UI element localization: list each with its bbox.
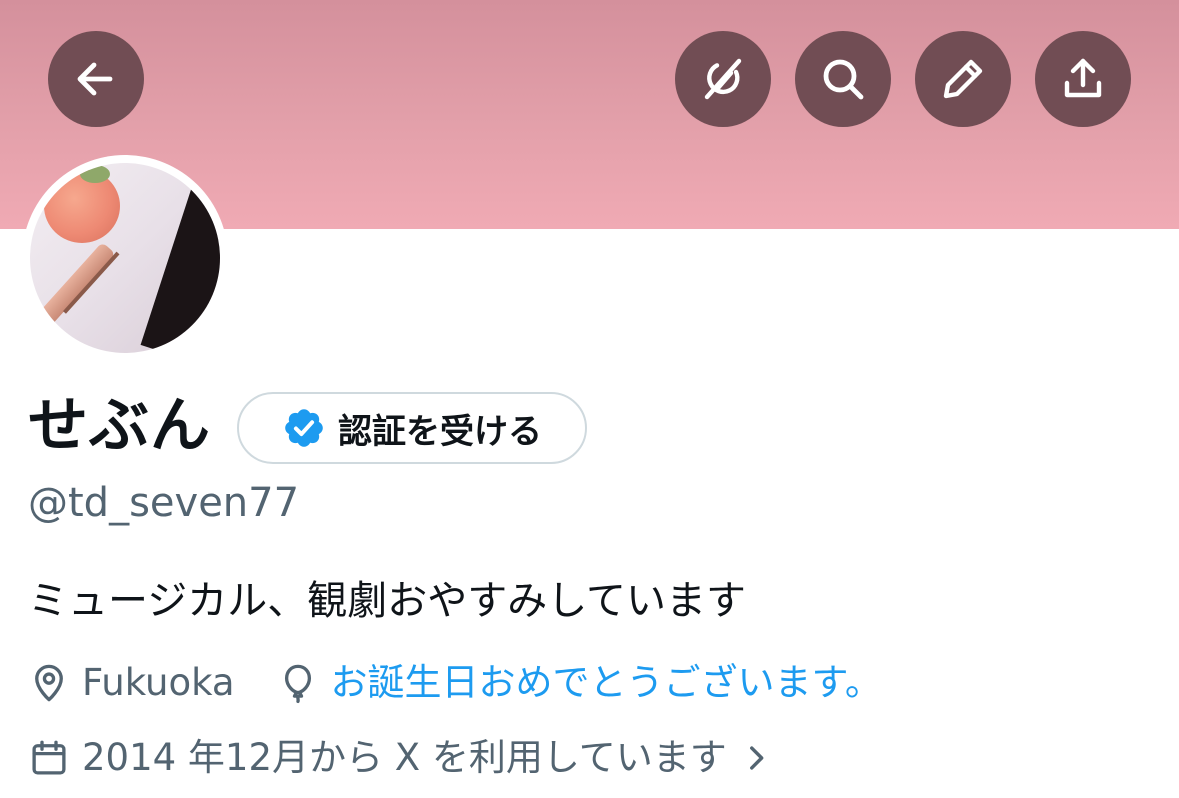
get-verified-button[interactable]: 認証を受ける xyxy=(237,392,587,464)
search-icon xyxy=(823,59,864,100)
avatar[interactable] xyxy=(22,155,228,361)
edit-icon xyxy=(943,59,983,99)
grok-button[interactable] xyxy=(675,31,771,127)
back-button[interactable] xyxy=(48,31,144,127)
location-text: Fukuoka xyxy=(82,661,235,704)
edit-button[interactable] xyxy=(915,31,1011,127)
joined-row[interactable]: 2014 年12月から X を利用しています xyxy=(28,734,773,782)
joined-text: 2014 年12月から X を利用しています xyxy=(82,736,727,779)
calendar-icon xyxy=(32,740,66,775)
location-item: Fukuoka xyxy=(28,659,235,707)
birthday-item[interactable]: お誕生日おめでとうございます。 xyxy=(277,659,882,707)
avatar-image xyxy=(30,163,220,353)
balloon-icon xyxy=(284,664,311,704)
get-verified-label: 認証を受ける xyxy=(338,411,542,452)
profile-bio: ミュージカル、観劇おやすみしています xyxy=(28,578,746,624)
verified-badge-icon xyxy=(282,406,326,450)
chevron-right-icon xyxy=(739,741,773,775)
display-name: せぶん xyxy=(28,391,211,461)
location-pin-icon xyxy=(35,664,63,702)
share-button[interactable] xyxy=(1035,31,1131,127)
share-icon xyxy=(1064,58,1102,98)
user-handle: @td_seven77 xyxy=(28,480,300,526)
joined-item[interactable]: 2014 年12月から X を利用しています xyxy=(28,734,773,782)
grok-icon xyxy=(704,58,742,100)
profile-meta-row: Fukuoka お誕生日おめでとうございます。 xyxy=(28,659,882,707)
search-button[interactable] xyxy=(795,31,891,127)
arrow-left-icon xyxy=(77,62,113,96)
birthday-message-link[interactable]: お誕生日おめでとうございます。 xyxy=(331,659,882,707)
